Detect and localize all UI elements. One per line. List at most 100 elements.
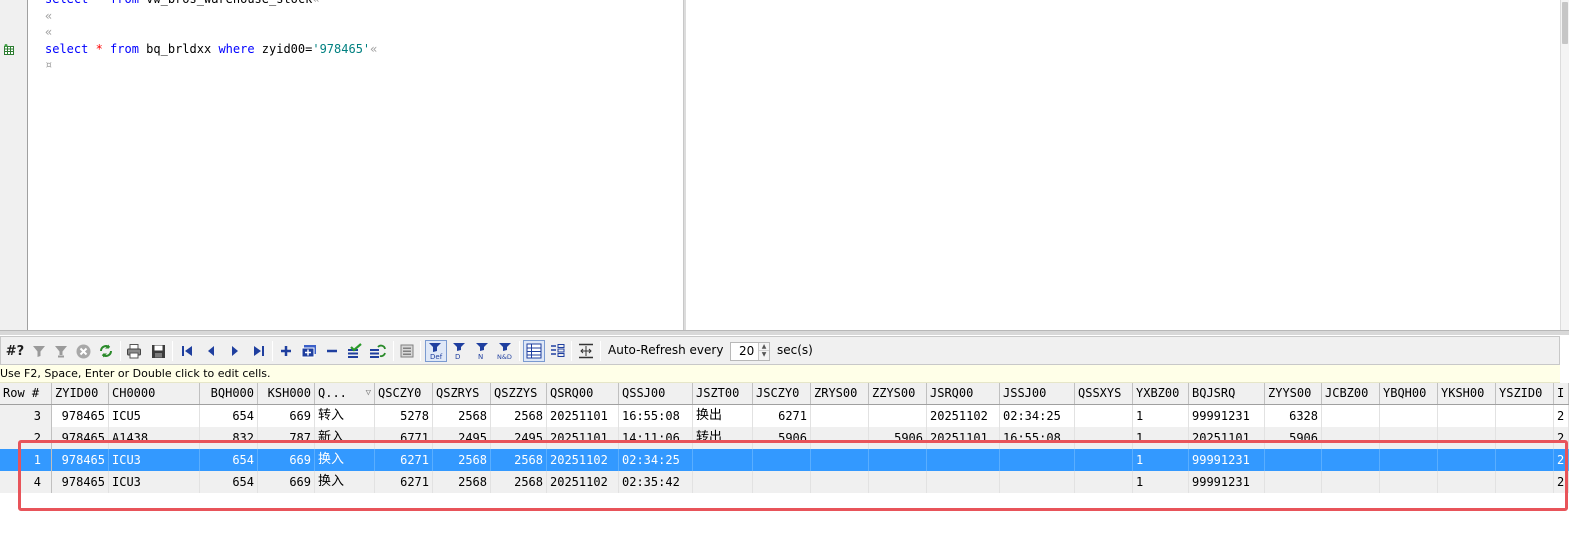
table-cell[interactable]: 832	[200, 427, 258, 449]
column-header[interactable]: Q... ▽	[315, 383, 375, 404]
table-cell[interactable]: 787	[258, 427, 315, 449]
table-cell[interactable]: A1438	[109, 427, 200, 449]
filter-icon[interactable]	[31, 342, 47, 360]
table-cell[interactable]: 5906	[869, 427, 927, 449]
table-cell[interactable]	[811, 405, 869, 427]
table-cell[interactable]: 3	[0, 405, 52, 427]
delete-record-icon[interactable]	[324, 342, 340, 360]
table-cell[interactable]: 6271	[375, 449, 433, 471]
table-cell[interactable]: 654	[200, 449, 258, 471]
table-cell[interactable]: 2	[1554, 471, 1569, 493]
table-cell[interactable]	[753, 471, 811, 493]
table-cell[interactable]: 654	[200, 405, 258, 427]
duplicate-record-icon[interactable]	[300, 342, 318, 360]
table-cell[interactable]	[1000, 449, 1075, 471]
column-header[interactable]: QSSJ00	[619, 383, 693, 404]
table-cell[interactable]	[693, 471, 753, 493]
table-cell[interactable]: 20251101	[927, 427, 1000, 449]
spin-down-icon[interactable]: ▼	[759, 351, 769, 359]
cancel-query-icon[interactable]	[75, 342, 91, 360]
table-cell[interactable]	[1380, 405, 1438, 427]
post-changes-icon[interactable]	[345, 342, 363, 360]
table-cell[interactable]: 99991231	[1189, 471, 1265, 493]
table-cell[interactable]: 14:11:06	[619, 427, 693, 449]
table-cell[interactable]: 2	[1554, 449, 1569, 471]
table-cell[interactable]	[693, 449, 753, 471]
column-header[interactable]: Row #	[0, 383, 52, 404]
table-cell[interactable]: 20251102	[547, 471, 619, 493]
table-cell[interactable]	[1322, 405, 1380, 427]
column-header[interactable]: QSZZYS	[491, 383, 547, 404]
table-cell[interactable]: 20251101	[547, 427, 619, 449]
print-icon[interactable]	[125, 342, 143, 360]
column-header[interactable]: BQH000	[200, 383, 258, 404]
table-cell[interactable]: 2568	[491, 449, 547, 471]
table-cell[interactable]: 978465	[52, 405, 109, 427]
table-cell[interactable]	[1322, 471, 1380, 493]
table-cell[interactable]	[1075, 449, 1133, 471]
table-cell[interactable]: 978465	[52, 471, 109, 493]
table-cell[interactable]: 1	[1133, 405, 1189, 427]
table-cell[interactable]: 2	[0, 427, 52, 449]
column-header[interactable]: JSZT00	[693, 383, 753, 404]
table-cell[interactable]: 换入	[315, 449, 375, 471]
table-cell[interactable]: 1	[1133, 471, 1189, 493]
table-cell[interactable]	[1496, 471, 1554, 493]
table-cell[interactable]: 5906	[753, 427, 811, 449]
table-cell[interactable]	[811, 427, 869, 449]
table-cell[interactable]	[753, 449, 811, 471]
table-cell[interactable]: 4	[0, 471, 52, 493]
table-cell[interactable]: 5278	[375, 405, 433, 427]
table-cell[interactable]	[1265, 471, 1322, 493]
table-cell[interactable]	[1496, 405, 1554, 427]
table-cell[interactable]	[1322, 427, 1380, 449]
table-cell[interactable]	[1075, 427, 1133, 449]
table-cell[interactable]	[1496, 449, 1554, 471]
table-cell[interactable]: 02:34:25	[1000, 405, 1075, 427]
column-header[interactable]: I	[1554, 383, 1569, 404]
column-header[interactable]: JCBZ00	[1322, 383, 1380, 404]
refresh-interval-value[interactable]: 20	[739, 344, 754, 358]
table-cell[interactable]: 978465	[52, 449, 109, 471]
table-cell[interactable]: ICU3	[109, 471, 200, 493]
descending-icon[interactable]: D	[450, 342, 468, 360]
table-cell[interactable]: 20251102	[927, 405, 1000, 427]
sql-editor[interactable]: select * from vw_bros_warehouse_stock«««…	[0, 0, 1569, 330]
table-cell[interactable]: 6328	[1265, 405, 1322, 427]
table-cell[interactable]: 20251101	[1189, 427, 1265, 449]
insert-record-icon[interactable]	[278, 342, 294, 360]
first-record-icon[interactable]	[179, 342, 195, 360]
table-cell[interactable]	[1075, 471, 1133, 493]
table-cell[interactable]: 1	[1133, 427, 1189, 449]
spin-up-icon[interactable]: ▲	[759, 343, 769, 351]
table-cell[interactable]: 99991231	[1189, 405, 1265, 427]
sql-code-area[interactable]: select * from vw_bros_warehouse_stock«««…	[45, 0, 680, 326]
table-row[interactable]: 2 978465 A1438 832 787 新入 6771 2495 2495 20251101…	[0, 427, 1569, 449]
table-cell[interactable]	[1438, 427, 1496, 449]
editor-vertical-scrollbar[interactable]	[1560, 0, 1569, 330]
column-filter-icon[interactable]: ▽	[366, 383, 371, 404]
table-cell[interactable]: 2	[1554, 405, 1569, 427]
column-header[interactable]: ZRYS00	[811, 383, 869, 404]
table-cell[interactable]: 5906	[1265, 427, 1322, 449]
form-view-icon[interactable]	[548, 342, 566, 360]
refresh-interval-stepper[interactable]: 20 ▲ ▼	[730, 342, 770, 361]
column-header[interactable]: JSCZY0	[753, 383, 811, 404]
code-line[interactable]: ¤	[45, 57, 680, 74]
table-cell[interactable]: 6771	[375, 427, 433, 449]
table-cell[interactable]	[1380, 471, 1438, 493]
table-cell[interactable]	[1322, 449, 1380, 471]
prior-record-icon[interactable]	[203, 342, 219, 360]
column-width-icon[interactable]	[577, 342, 595, 360]
table-cell[interactable]: 654	[200, 471, 258, 493]
column-header[interactable]: YXBZ00	[1133, 383, 1189, 404]
table-cell[interactable]: 02:34:25	[619, 449, 693, 471]
table-cell[interactable]: ICU5	[109, 405, 200, 427]
table-cell[interactable]: 2568	[433, 449, 491, 471]
table-cell[interactable]: 2495	[491, 427, 547, 449]
table-cell[interactable]: ICU3	[109, 449, 200, 471]
table-cell[interactable]	[1000, 471, 1075, 493]
refresh-records-icon[interactable]	[368, 342, 388, 360]
table-cell[interactable]: 6271	[375, 471, 433, 493]
table-cell[interactable]	[1438, 449, 1496, 471]
